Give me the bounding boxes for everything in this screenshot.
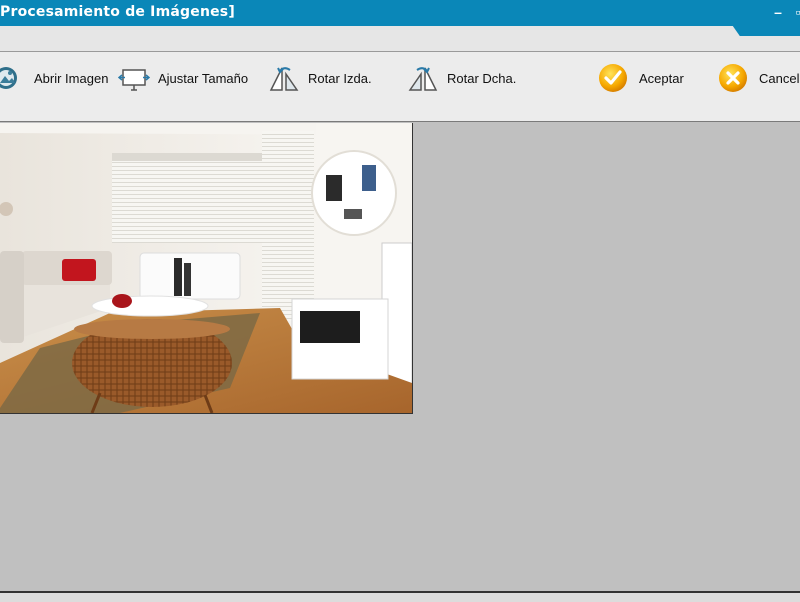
cancel-button[interactable]: Cancela	[717, 52, 800, 104]
toolbar: Abrir Imagen Ajustar Tamaño Rotar Izda. …	[0, 51, 800, 105]
image-canvas[interactable]	[0, 121, 800, 592]
rotate-left-button[interactable]: Rotar Izda.	[268, 52, 372, 104]
open-image-button[interactable]: Abrir Imagen	[0, 52, 108, 104]
window-title: Procesamiento de Imágenes]	[0, 4, 235, 20]
header-band	[0, 26, 800, 51]
accept-button[interactable]: Aceptar	[597, 52, 684, 104]
title-bar-notch	[730, 22, 800, 36]
resize-icon	[118, 69, 150, 91]
cancel-label: Cancela	[759, 70, 800, 86]
title-bar: Procesamiento de Imágenes] – ▫	[0, 0, 800, 26]
checkmark-icon	[599, 64, 627, 92]
accept-label: Aceptar	[639, 70, 684, 86]
rotate-left-label: Rotar Izda.	[308, 70, 372, 86]
minimize-button[interactable]: –	[770, 4, 786, 20]
rotate-right-button[interactable]: Rotar Dcha.	[407, 52, 516, 104]
living-room-photo	[0, 123, 413, 414]
maximize-button[interactable]: ▫	[790, 4, 800, 20]
rotate-right-label: Rotar Dcha.	[447, 70, 517, 86]
open-image-label: Abrir Imagen	[34, 70, 109, 86]
fit-size-button[interactable]: Ajustar Tamaño	[118, 52, 248, 104]
rotate-left-icon	[269, 67, 299, 91]
cancel-x-icon	[719, 64, 747, 92]
toolbar-spacer	[0, 104, 800, 122]
bottom-border	[0, 591, 800, 602]
fit-size-label: Ajustar Tamaño	[158, 70, 249, 86]
open-image-icon	[0, 67, 17, 89]
rotate-right-icon	[408, 67, 438, 91]
